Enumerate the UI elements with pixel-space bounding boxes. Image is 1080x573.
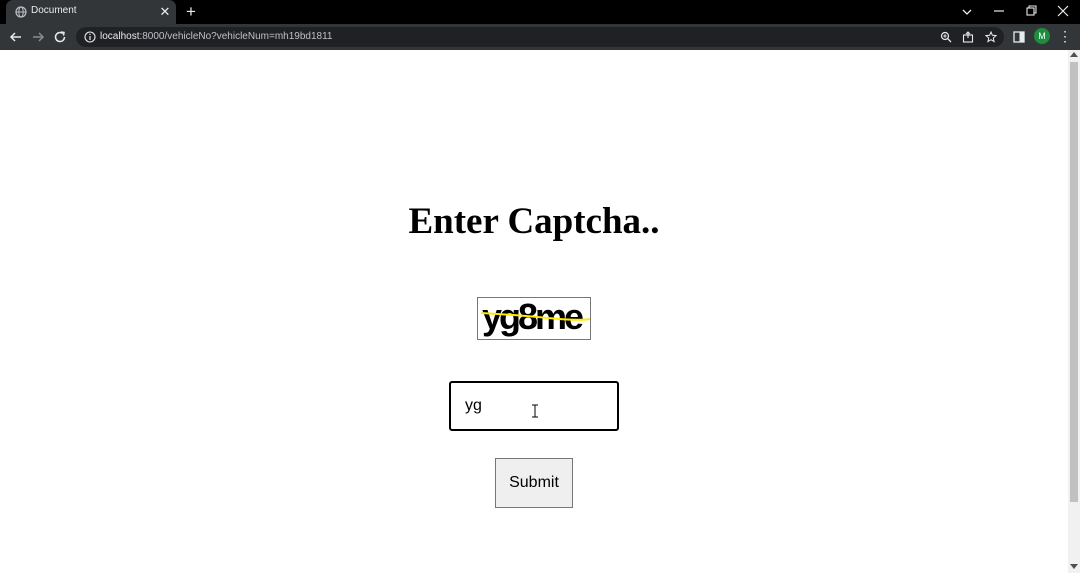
- tab-document[interactable]: Document ✕: [6, 0, 176, 24]
- restore-icon[interactable]: [1015, 0, 1047, 24]
- tab-search-icon[interactable]: [951, 0, 983, 24]
- page-viewport: Enter Captcha.. yg8me Submit: [0, 50, 1068, 573]
- avatar[interactable]: M: [1034, 28, 1050, 44]
- star-icon[interactable]: [985, 31, 997, 43]
- submit-button[interactable]: Submit: [495, 458, 573, 508]
- zoom-icon[interactable]: [940, 31, 952, 43]
- tab-strip: Document ✕ +: [0, 0, 1080, 24]
- text-cursor-icon: [532, 404, 538, 418]
- address-bar[interactable]: localhost:8000/vehicleNo?vehicleNum=mh19…: [76, 27, 1004, 47]
- browser-toolbar: localhost:8000/vehicleNo?vehicleNum=mh19…: [0, 24, 1080, 50]
- close-icon[interactable]: ✕: [157, 4, 173, 20]
- page-title: Enter Captcha..: [408, 201, 660, 242]
- captcha-image: yg8me: [477, 297, 591, 340]
- page-scrollbar[interactable]: [1068, 50, 1080, 573]
- window-close-icon[interactable]: [1047, 0, 1079, 24]
- reload-icon[interactable]: [51, 28, 69, 46]
- url-host: localhost: [100, 31, 140, 42]
- tab-title: Document: [31, 5, 77, 16]
- info-icon[interactable]: [84, 31, 96, 43]
- sidebar-icon[interactable]: [1012, 30, 1026, 44]
- scroll-thumb[interactable]: [1070, 62, 1078, 502]
- scroll-up-icon[interactable]: [1070, 52, 1078, 57]
- plus-icon[interactable]: +: [182, 3, 200, 21]
- url-text[interactable]: localhost:8000/vehicleNo?vehicleNum=mh19…: [100, 31, 332, 42]
- kebab-icon[interactable]: ⋮: [1058, 29, 1072, 45]
- forward-icon[interactable]: [29, 28, 47, 46]
- captcha-noise-line: [480, 312, 590, 321]
- scroll-down-icon[interactable]: [1070, 564, 1078, 569]
- share-icon[interactable]: [962, 31, 974, 43]
- minimize-icon[interactable]: [983, 0, 1015, 24]
- url-path: :8000/vehicleNo?vehicleNum=mh19bd1811: [139, 31, 333, 42]
- globe-icon: [15, 6, 27, 18]
- back-icon[interactable]: [7, 28, 25, 46]
